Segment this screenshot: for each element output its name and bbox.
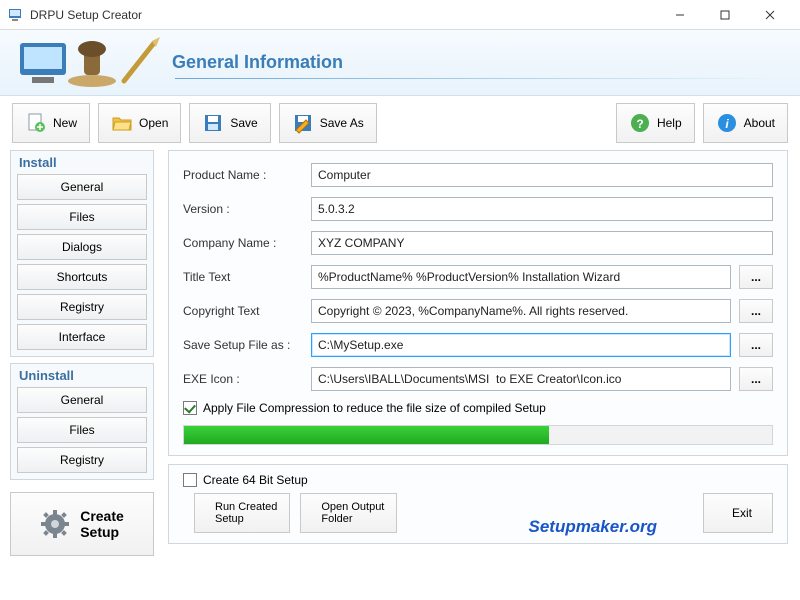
save-label: Save	[230, 116, 257, 130]
company-name-input[interactable]	[311, 231, 773, 255]
exit-button[interactable]: Exit	[703, 493, 773, 533]
title-text-input[interactable]	[311, 265, 731, 289]
nav-uninstall-general[interactable]: General	[17, 387, 147, 413]
help-label: Help	[657, 116, 682, 130]
save-as-browse[interactable]: ...	[739, 333, 773, 357]
nav-registry[interactable]: Registry	[17, 294, 147, 320]
nav-interface[interactable]: Interface	[17, 324, 147, 350]
version-label: Version :	[183, 202, 311, 216]
exe-icon-browse[interactable]: ...	[739, 367, 773, 391]
progress-bar	[183, 425, 773, 445]
install-title: Install	[17, 155, 147, 170]
toolbar: New Open Save Save As ? Help i About	[0, 96, 800, 150]
exe-icon-label: EXE Icon :	[183, 372, 311, 386]
help-icon: ?	[629, 112, 651, 134]
new-button[interactable]: New	[12, 103, 90, 143]
open-button[interactable]: Open	[98, 103, 181, 143]
nav-general[interactable]: General	[17, 174, 147, 200]
folder-open-icon	[111, 112, 133, 134]
save-as-button[interactable]: Save As	[279, 103, 377, 143]
save-as-input[interactable]	[311, 333, 731, 357]
company-name-label: Company Name :	[183, 236, 311, 250]
progress-fill	[184, 426, 549, 444]
run-created-label: Run Created Setup	[215, 501, 277, 525]
window-title: DRPU Setup Creator	[30, 8, 657, 22]
title-text-label: Title Text	[183, 270, 311, 284]
product-name-label: Product Name :	[183, 168, 311, 182]
bottom-panel: Create 64 Bit Setup Run Created Setup Op…	[168, 464, 788, 544]
page-title: General Information	[172, 52, 343, 73]
gear-icon	[40, 509, 70, 539]
copyright-text-browse[interactable]: ...	[739, 299, 773, 323]
create-setup-button[interactable]: Create Setup	[10, 492, 154, 556]
svg-text:?: ?	[636, 117, 643, 131]
title-text-browse[interactable]: ...	[739, 265, 773, 289]
version-input[interactable]	[311, 197, 773, 221]
about-label: About	[744, 116, 775, 130]
help-button[interactable]: ? Help	[616, 103, 695, 143]
nav-uninstall-registry[interactable]: Registry	[17, 447, 147, 473]
create-64-label: Create 64 Bit Setup	[203, 473, 308, 487]
open-output-folder-button[interactable]: Open Output Folder	[300, 493, 397, 533]
uninstall-title: Uninstall	[17, 368, 147, 383]
new-file-icon	[25, 112, 47, 134]
compression-checkbox[interactable]	[183, 401, 197, 415]
open-label: Open	[139, 116, 168, 130]
nav-dialogs[interactable]: Dialogs	[17, 234, 147, 260]
new-label: New	[53, 116, 77, 130]
titlebar: DRPU Setup Creator	[0, 0, 800, 30]
copyright-text-input[interactable]	[311, 299, 731, 323]
about-button[interactable]: i About	[703, 103, 788, 143]
save-as-icon	[292, 112, 314, 134]
save-as-label: Save Setup File as :	[183, 338, 311, 352]
save-icon	[202, 112, 224, 134]
run-created-setup-button[interactable]: Run Created Setup	[194, 493, 290, 533]
copyright-text-label: Copyright Text	[183, 304, 311, 318]
install-group: Install General Files Dialogs Shortcuts …	[10, 150, 154, 357]
save-button[interactable]: Save	[189, 103, 270, 143]
banner: General Information	[0, 30, 800, 96]
nav-files[interactable]: Files	[17, 204, 147, 230]
banner-art	[14, 35, 164, 91]
exe-icon-input[interactable]	[311, 367, 731, 391]
maximize-button[interactable]	[702, 1, 747, 29]
uninstall-group: Uninstall General Files Registry	[10, 363, 154, 480]
create-setup-label: Create Setup	[80, 508, 124, 540]
watermark: Setupmaker.org	[529, 517, 658, 537]
info-icon: i	[716, 112, 738, 134]
exit-label: Exit	[732, 506, 752, 520]
minimize-button[interactable]	[657, 1, 702, 29]
nav-uninstall-files[interactable]: Files	[17, 417, 147, 443]
main-panel: Product Name : Version : Company Name : …	[164, 150, 800, 598]
sidebar: Install General Files Dialogs Shortcuts …	[0, 150, 164, 598]
form-panel: Product Name : Version : Company Name : …	[168, 150, 788, 456]
create-64-checkbox[interactable]	[183, 473, 197, 487]
banner-underline	[175, 78, 765, 79]
app-icon	[8, 7, 24, 23]
open-output-label: Open Output Folder	[321, 501, 384, 525]
close-button[interactable]	[747, 1, 792, 29]
save-as-label: Save As	[320, 116, 364, 130]
compression-label: Apply File Compression to reduce the fil…	[203, 401, 546, 415]
product-name-input[interactable]	[311, 163, 773, 187]
nav-shortcuts[interactable]: Shortcuts	[17, 264, 147, 290]
